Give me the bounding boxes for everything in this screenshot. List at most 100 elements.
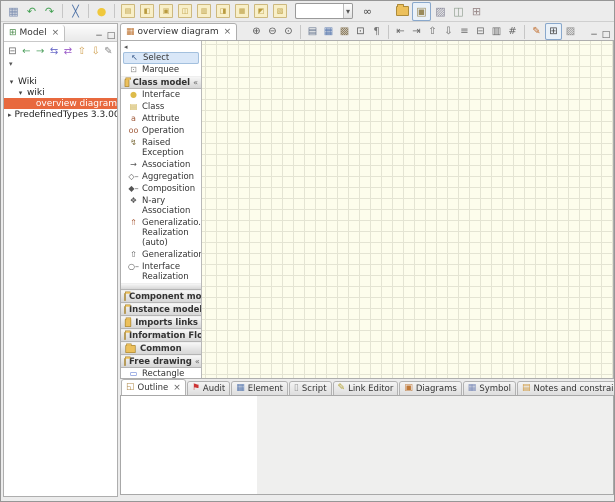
configure-icon[interactable]: ╳ [67, 3, 84, 20]
dropdown-arrow-icon[interactable]: ▾ [343, 4, 352, 18]
close-icon[interactable]: × [224, 27, 232, 37]
redo-icon[interactable]: ↷ [41, 3, 58, 20]
zoom-in-icon[interactable]: ⊕ [249, 24, 264, 39]
tab-model[interactable]: ⊞ Model × [4, 25, 65, 41]
perspective-icon-3[interactable]: ◫ [450, 3, 467, 20]
snap-to-grid-icon[interactable]: # [505, 24, 520, 39]
new-element-icon[interactable]: ▣ [159, 4, 173, 18]
palette-tool-rectangle[interactable]: ▭Rectangle [121, 368, 201, 378]
collapse-all-icon[interactable]: ⊟ [7, 46, 18, 58]
new-element-icon[interactable]: ▤ [121, 4, 135, 18]
clipped-toolbar-icon[interactable]: ✎ [104, 46, 115, 58]
close-icon[interactable]: × [173, 383, 181, 393]
zoom-out-icon[interactable]: ⊖ [265, 24, 280, 39]
print-icon[interactable]: ▤ [305, 24, 320, 39]
view-menu-arrow-icon[interactable]: ▾ [4, 59, 117, 70]
tab-symbol[interactable]: ▦Symbol [463, 381, 516, 395]
palette-tool-class[interactable]: ▤Class [121, 101, 201, 113]
tab-script[interactable]: ▯Script [289, 381, 332, 395]
palette-tool-attribute[interactable]: aAttribute [121, 113, 201, 125]
previous-element-icon[interactable]: ⇆ [49, 46, 60, 58]
palette-drawer-free-drawing[interactable]: Free drawing« [121, 355, 201, 368]
show-grid-icon[interactable]: ⊞ [545, 23, 562, 40]
maximize-button[interactable]: □ [600, 30, 612, 40]
maximize-button[interactable]: □ [105, 31, 117, 41]
drawer-pin-icon[interactable]: « [193, 78, 198, 87]
new-element-icon[interactable]: ◫ [178, 4, 192, 18]
undo-icon[interactable]: ↶ [23, 3, 40, 20]
new-element-icon[interactable]: ◨ [216, 4, 230, 18]
palette-drawer-class-model[interactable]: Class model« [121, 76, 201, 89]
new-element-icon[interactable]: ▥ [197, 4, 211, 18]
format-pen-icon[interactable]: ✎ [529, 24, 544, 39]
palette-tool-association[interactable]: →Association [121, 159, 201, 171]
distribute-icon[interactable]: ≡ [457, 24, 472, 39]
show-markers-icon[interactable]: ¶ [369, 24, 384, 39]
move-down-icon[interactable]: ⇩ [90, 46, 101, 58]
palette-drawer-information-flo[interactable]: Information Flo... [121, 329, 201, 342]
palette-tool-marquee[interactable]: ⊡Marquee [121, 64, 201, 76]
new-element-icon[interactable]: ▧ [273, 4, 287, 18]
palette-drawer-component-mo[interactable]: Component mo... [121, 290, 201, 303]
palette-tool-aggregation[interactable]: ◇–Aggregation [121, 171, 201, 183]
tree-item-overview-diagram[interactable]: overview diagram [4, 98, 117, 109]
close-icon[interactable]: × [52, 28, 60, 38]
perspective-icon-4[interactable]: ⊞ [468, 3, 485, 20]
minimize-button[interactable]: − [93, 31, 105, 41]
navigate-back-icon[interactable]: ← [21, 46, 32, 58]
tree-item-predefinedtypes-3-3-00[interactable]: ▸PredefinedTypes 3.3.00 [4, 109, 117, 120]
palette-tool-interface-realization[interactable]: ○–Interface Realization [121, 261, 201, 283]
tab-diagrams[interactable]: ▣Diagrams [399, 381, 461, 395]
update-model-icon[interactable]: ● [93, 3, 110, 20]
move-up-icon[interactable]: ⇧ [76, 46, 87, 58]
auto-size-icon[interactable]: ▥ [489, 24, 504, 39]
palette-drawer-instance-model[interactable]: Instance model [121, 303, 201, 316]
palette-tool-generalization[interactable]: ⇧Generalization [121, 249, 201, 261]
tab-overview-diagram[interactable]: ▦ overview diagram × [120, 23, 237, 40]
align-top-icon[interactable]: ⇧ [425, 24, 440, 39]
new-element-icon[interactable]: ◧ [140, 4, 154, 18]
new-element-icon[interactable]: ◩ [254, 4, 268, 18]
palette-drawer-common[interactable]: Common [121, 342, 201, 355]
expand-arrow-icon[interactable]: ▾ [17, 89, 24, 97]
palette-tool-interface[interactable]: ●Interface [121, 89, 201, 101]
tab-notes-and-constraints[interactable]: ▤Notes and constraints [517, 381, 615, 395]
search-icon[interactable]: ∞ [359, 3, 376, 20]
expand-arrow-icon[interactable]: ▾ [8, 78, 15, 86]
palette-collapse-icon[interactable]: ◂ [121, 41, 201, 52]
align-right-icon[interactable]: ⇥ [409, 24, 424, 39]
palette-tool-generalizatio-realization-auto[interactable]: ⇑Generalizatio... Realization (auto) [121, 217, 201, 249]
save-icon[interactable]: ▦ [5, 3, 22, 20]
perspective-icon-1[interactable]: ▣ [412, 2, 431, 21]
new-element-icon[interactable]: ▦ [235, 4, 249, 18]
palette-drawer-imports-links[interactable]: Imports links [121, 316, 201, 329]
perspective-icon-2[interactable]: ▨ [432, 3, 449, 20]
open-project-icon[interactable] [394, 3, 411, 20]
quick-search-combo[interactable]: ▾ [295, 3, 353, 19]
tab-link-editor[interactable]: ✎Link Editor [333, 381, 399, 395]
diagram-canvas[interactable] [202, 41, 613, 378]
palette-tool-raised-exception[interactable]: ↯Raised Exception [121, 137, 201, 159]
expand-arrow-icon[interactable]: ▸ [8, 111, 12, 119]
tab-element[interactable]: ▦Element [231, 381, 288, 395]
save-image-icon[interactable]: ▦ [321, 24, 336, 39]
palette-tool-composition[interactable]: ◆–Composition [121, 183, 201, 195]
show-rulers-icon[interactable]: ▨ [563, 24, 578, 39]
palette-tool-select[interactable]: ↖Select [123, 52, 199, 64]
palette-tool-operation[interactable]: ooOperation [121, 125, 201, 137]
tab-audit[interactable]: ⚑Audit [187, 381, 230, 395]
zoom-original-icon[interactable]: ⊙ [281, 24, 296, 39]
drawer-pin-icon[interactable]: « [195, 357, 200, 366]
align-bottom-icon[interactable]: ⇩ [441, 24, 456, 39]
tab-outline[interactable]: ◱Outline× [121, 379, 186, 395]
palette-tool-n-ary-association[interactable]: ❖N-ary Association [121, 195, 201, 217]
tree-item-wiki[interactable]: ▾wiki [4, 87, 117, 98]
copy-image-icon[interactable]: ▩ [337, 24, 352, 39]
align-left-icon[interactable]: ⇤ [393, 24, 408, 39]
minimize-button[interactable]: − [588, 30, 600, 40]
same-size-icon[interactable]: ⊟ [473, 24, 488, 39]
page-frame-icon[interactable]: ⊡ [353, 24, 368, 39]
tree-item-wiki[interactable]: ▾Wiki [4, 76, 117, 87]
navigate-forward-icon[interactable]: → [35, 46, 46, 58]
next-element-icon[interactable]: ⇄ [63, 46, 74, 58]
